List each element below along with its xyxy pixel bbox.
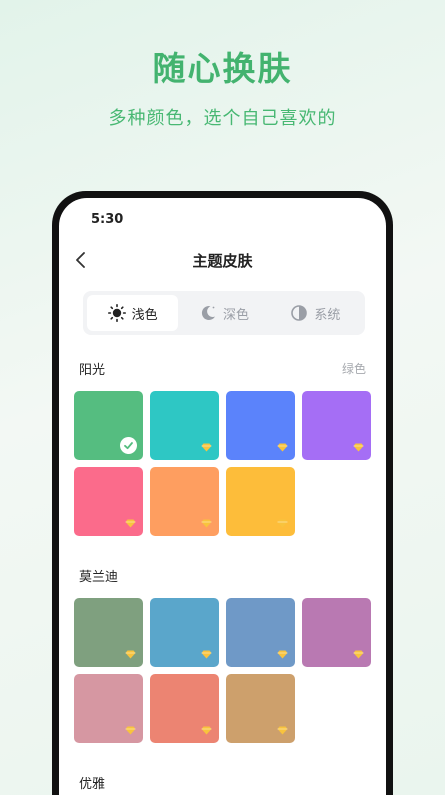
diamond-icon bbox=[277, 443, 288, 452]
color-tile[interactable] bbox=[74, 598, 143, 667]
section-title-sunshine: 阳光 bbox=[79, 363, 106, 378]
color-tile[interactable] bbox=[150, 391, 219, 460]
tab-light-label: 浅色 bbox=[131, 307, 158, 323]
color-tile[interactable] bbox=[302, 391, 371, 460]
color-tile[interactable] bbox=[226, 391, 295, 460]
color-tile[interactable] bbox=[74, 674, 143, 743]
section-title-elegant: 优雅 bbox=[79, 777, 106, 792]
phone-frame: 5:30 主题皮肤 浅色 深色 系统 阳光 绿色 莫兰迪 优雅 bbox=[52, 191, 393, 795]
sunshine-grid bbox=[74, 391, 374, 541]
color-tile[interactable] bbox=[74, 467, 143, 536]
diamond-icon bbox=[353, 650, 364, 659]
phone-screen: 5:30 主题皮肤 浅色 深色 系统 阳光 绿色 莫兰迪 优雅 bbox=[59, 198, 386, 795]
color-tile[interactable] bbox=[226, 467, 295, 536]
section-title-morandi: 莫兰迪 bbox=[79, 570, 119, 585]
tab-dark[interactable]: 深色 bbox=[178, 295, 269, 331]
diamond-icon bbox=[201, 726, 212, 735]
color-tile[interactable] bbox=[150, 467, 219, 536]
diamond-icon bbox=[125, 726, 136, 735]
promo-subline: 多种颜色，选个自己喜欢的 bbox=[108, 108, 337, 129]
diamond-icon bbox=[277, 726, 288, 735]
half-circle-icon bbox=[291, 305, 308, 321]
diamond-icon bbox=[353, 443, 364, 452]
color-tile[interactable] bbox=[74, 391, 143, 460]
current-theme-label: 绿色 bbox=[341, 362, 366, 376]
promo-headline: 随心换肤 bbox=[152, 49, 293, 88]
theme-mode-selector: 浅色 深色 系统 bbox=[83, 291, 365, 335]
tab-light[interactable]: 浅色 bbox=[87, 295, 179, 331]
diamond-icon bbox=[277, 650, 288, 659]
morandi-grid bbox=[74, 598, 374, 748]
status-time: 5:30 bbox=[91, 212, 124, 227]
diamond-icon bbox=[201, 650, 212, 659]
diamond-icon bbox=[125, 519, 136, 528]
page-title: 主题皮肤 bbox=[192, 252, 253, 270]
tab-dark-label: 深色 bbox=[222, 307, 249, 323]
tab-system-label: 系统 bbox=[314, 307, 341, 323]
tab-system[interactable]: 系统 bbox=[270, 295, 361, 331]
color-tile[interactable] bbox=[150, 598, 219, 667]
color-tile[interactable] bbox=[226, 674, 295, 743]
color-tile[interactable] bbox=[150, 674, 219, 743]
diamond-icon bbox=[277, 519, 288, 528]
diamond-icon bbox=[201, 443, 212, 452]
diamond-icon bbox=[125, 650, 136, 659]
moon-icon bbox=[201, 306, 215, 321]
color-tile[interactable] bbox=[226, 598, 295, 667]
color-tile[interactable] bbox=[302, 598, 371, 667]
sun-icon bbox=[107, 304, 126, 322]
diamond-icon bbox=[201, 519, 212, 528]
check-icon bbox=[120, 437, 137, 454]
